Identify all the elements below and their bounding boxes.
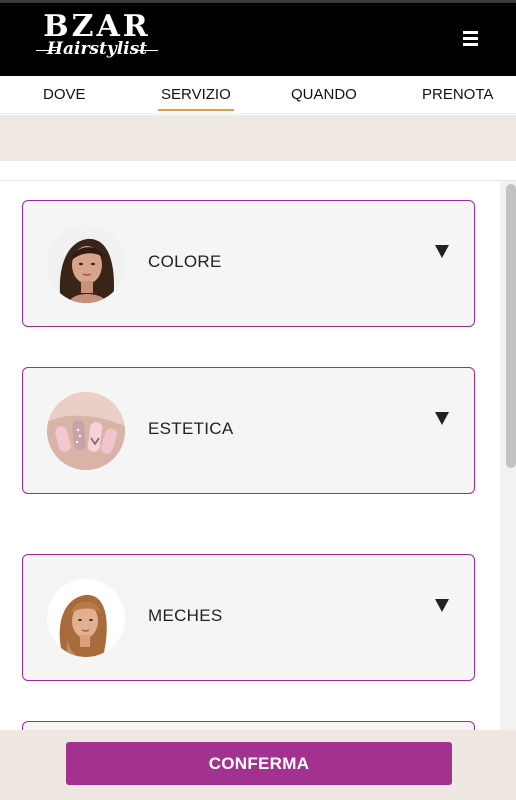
triangle-down-icon[interactable] [434,410,450,426]
logo-sub-text: Hairstylist [46,39,148,59]
service-label: MECHES [148,606,223,625]
service-card-estetica[interactable]: ESTETICA [22,367,475,494]
tab-dove[interactable]: DOVE [43,86,86,104]
triangle-down-icon[interactable] [434,243,450,259]
logo-divider-right [138,50,158,51]
service-label: COLORE [148,252,222,271]
scrollbar-thumb[interactable] [506,184,516,468]
info-band [0,115,516,161]
triangle-down-icon[interactable] [434,597,450,613]
booking-steps-nav: DOVE SERVIZIO QUANDO PRENOTA [0,76,516,114]
divider [0,180,516,181]
tab-quando[interactable]: QUANDO [291,86,357,104]
service-card-meches[interactable]: MECHES [22,554,475,681]
service-card-colore[interactable]: COLORE [22,200,475,327]
tab-servizio[interactable]: SERVIZIO [158,86,234,111]
hamburger-menu-icon[interactable] [460,28,482,50]
colore-thumbnail [47,225,125,303]
service-label: ESTETICA [148,419,234,438]
estetica-thumbnail [47,392,125,470]
confirm-button[interactable]: CONFERMA [66,742,452,785]
app-header: BZAR Hairstylist [0,0,516,76]
meches-thumbnail [47,579,125,657]
tab-prenota[interactable]: PRENOTA [422,86,493,104]
bzar-logo[interactable]: BZAR Hairstylist [34,10,164,66]
